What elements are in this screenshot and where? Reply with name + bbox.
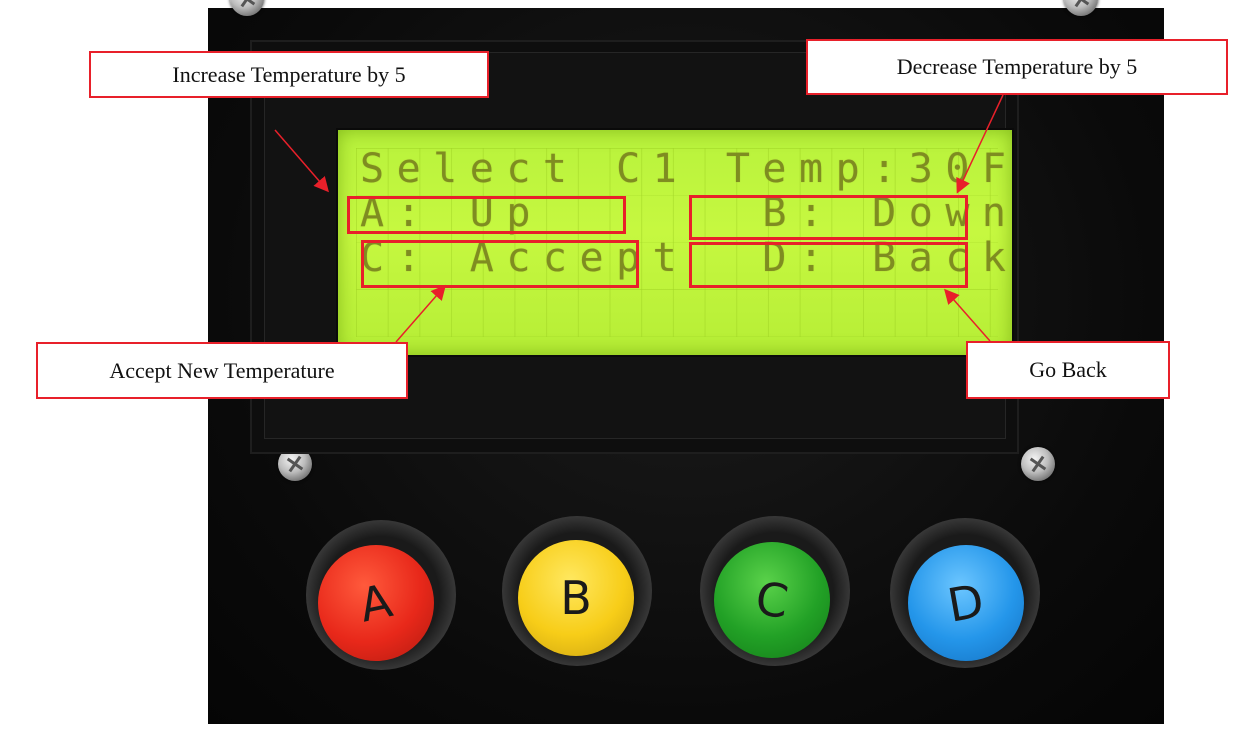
button-c[interactable]: C [714, 542, 830, 658]
button-a[interactable]: A [318, 545, 434, 661]
callout-go-back: Go Back [966, 341, 1170, 399]
callout-accept-temperature: Accept New Temperature [36, 342, 408, 399]
highlight-down-option [689, 195, 968, 240]
highlight-back-option [689, 242, 968, 288]
button-d[interactable]: D [908, 545, 1024, 661]
callout-decrease-temperature: Decrease Temperature by 5 [806, 39, 1228, 95]
button-a-label: A [354, 573, 398, 633]
lcd-line-1: Select C1 Temp:30F [360, 146, 1019, 192]
callout-increase-temperature: Increase Temperature by 5 [89, 51, 489, 98]
button-b-label: B [560, 571, 592, 625]
highlight-up-option [347, 196, 626, 234]
button-d-label: D [943, 573, 989, 633]
highlight-accept-option [361, 240, 639, 288]
screw-icon [1021, 447, 1055, 481]
button-c-label: C [752, 571, 792, 629]
button-b[interactable]: B [518, 540, 634, 656]
